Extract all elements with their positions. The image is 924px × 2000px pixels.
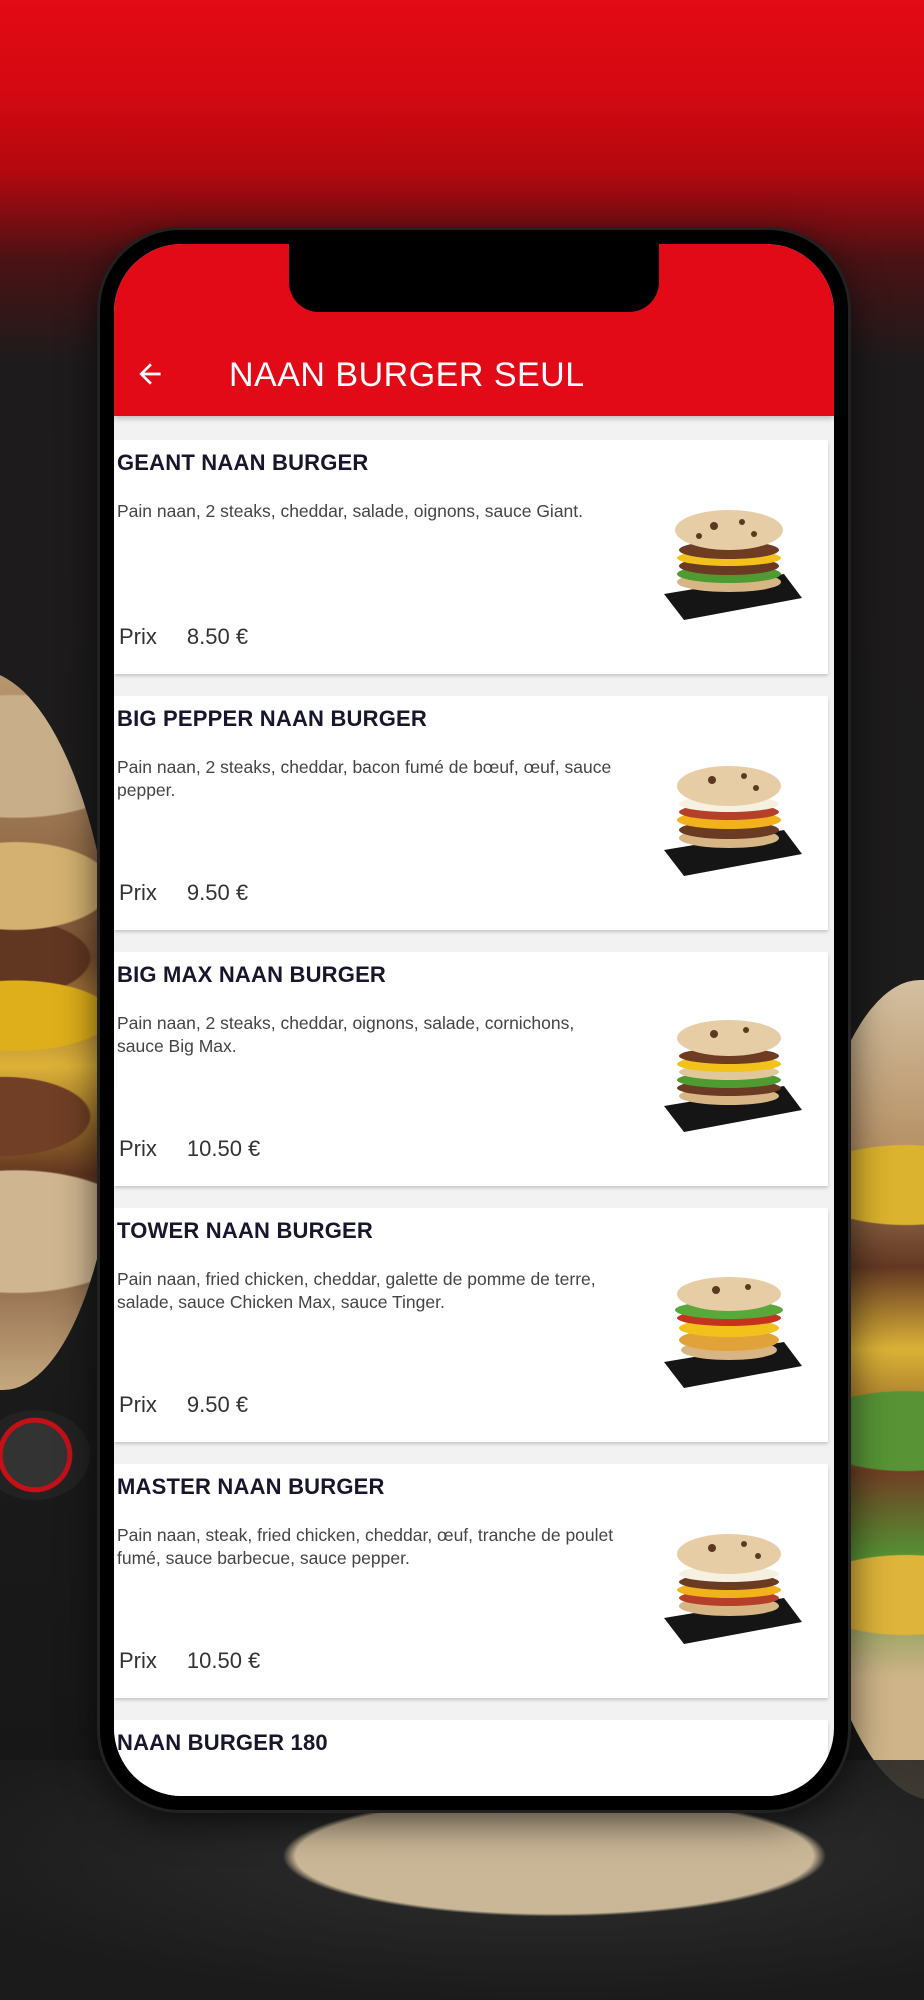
menu-item-description: Pain naan, fried chicken, cheddar, galet…: [117, 1269, 596, 1312]
background-logo-badge: [0, 1410, 90, 1500]
menu-item-name: MASTER NAAN BURGER: [117, 1474, 385, 1499]
back-button[interactable]: [128, 352, 172, 396]
price-value: 10.50 €: [186, 1648, 261, 1673]
menu-item-name: NAAN BURGER 180: [117, 1730, 328, 1755]
burger-image: [664, 1534, 802, 1644]
burger-image: [664, 1020, 802, 1132]
menu-item-price-row: Prix 8.50 €: [119, 624, 248, 650]
phone-frame: NAAN BURGER SEUL GEANT NAAN BURGER Pain …: [100, 230, 848, 1810]
menu-item-name: GEANT NAAN BURGER: [117, 450, 369, 475]
menu-item-card[interactable]: TOWER NAAN BURGER Pain naan, fried chick…: [114, 1208, 828, 1442]
menu-item-card[interactable]: BIG MAX NAAN BURGER Pain naan, 2 steaks,…: [114, 952, 828, 1186]
price-label: Prix: [119, 1392, 157, 1417]
price-value: 10.50 €: [186, 1136, 261, 1161]
menu-item-name: BIG PEPPER NAAN BURGER: [117, 706, 427, 731]
menu-item-card[interactable]: GEANT NAAN BURGER Pain naan, 2 steaks, c…: [114, 440, 828, 674]
menu-item-card[interactable]: BIG PEPPER NAAN BURGER Pain naan, 2 stea…: [114, 696, 828, 930]
menu-item-price-row: Prix 9.50 €: [119, 880, 248, 906]
menu-item-price-row: Prix 10.50 €: [119, 1136, 260, 1162]
burger-image: [664, 510, 802, 620]
price-value: 9.50 €: [186, 880, 249, 905]
price-value: 8.50 €: [186, 624, 249, 649]
menu-item-description: Pain naan, 2 steaks, cheddar, salade, oi…: [117, 501, 584, 521]
price-label: Prix: [119, 1136, 157, 1161]
menu-item-list[interactable]: GEANT NAAN BURGER Pain naan, 2 steaks, c…: [114, 416, 834, 1796]
burger-image: [664, 766, 802, 876]
menu-item-price-row: Prix 10.50 €: [119, 1648, 260, 1674]
phone-screen: NAAN BURGER SEUL GEANT NAAN BURGER Pain …: [114, 244, 834, 1796]
menu-item-name: BIG MAX NAAN BURGER: [117, 962, 387, 987]
menu-item-name: TOWER NAAN BURGER: [117, 1218, 373, 1243]
price-label: Prix: [119, 624, 157, 649]
menu-item-card[interactable]: NAAN BURGER 180: [114, 1720, 828, 1796]
arrow-left-icon: [139, 363, 161, 385]
menu-item-price-row: Prix 9.50 €: [119, 1392, 248, 1418]
menu-item-description: Pain naan, 2 steaks, cheddar, oignons, s…: [117, 1013, 575, 1056]
burger-image: [664, 1277, 802, 1388]
menu-item-description: Pain naan, 2 steaks, cheddar, bacon fumé…: [117, 757, 612, 800]
price-label: Prix: [119, 880, 157, 905]
price-label: Prix: [119, 1648, 157, 1673]
price-value: 9.50 €: [186, 1392, 249, 1417]
page-title: NAAN BURGER SEUL: [229, 356, 585, 394]
menu-item-description: Pain naan, steak, fried chicken, cheddar…: [117, 1525, 614, 1568]
phone-notch: [289, 244, 659, 312]
menu-item-card[interactable]: MASTER NAAN BURGER Pain naan, steak, fri…: [114, 1464, 828, 1698]
